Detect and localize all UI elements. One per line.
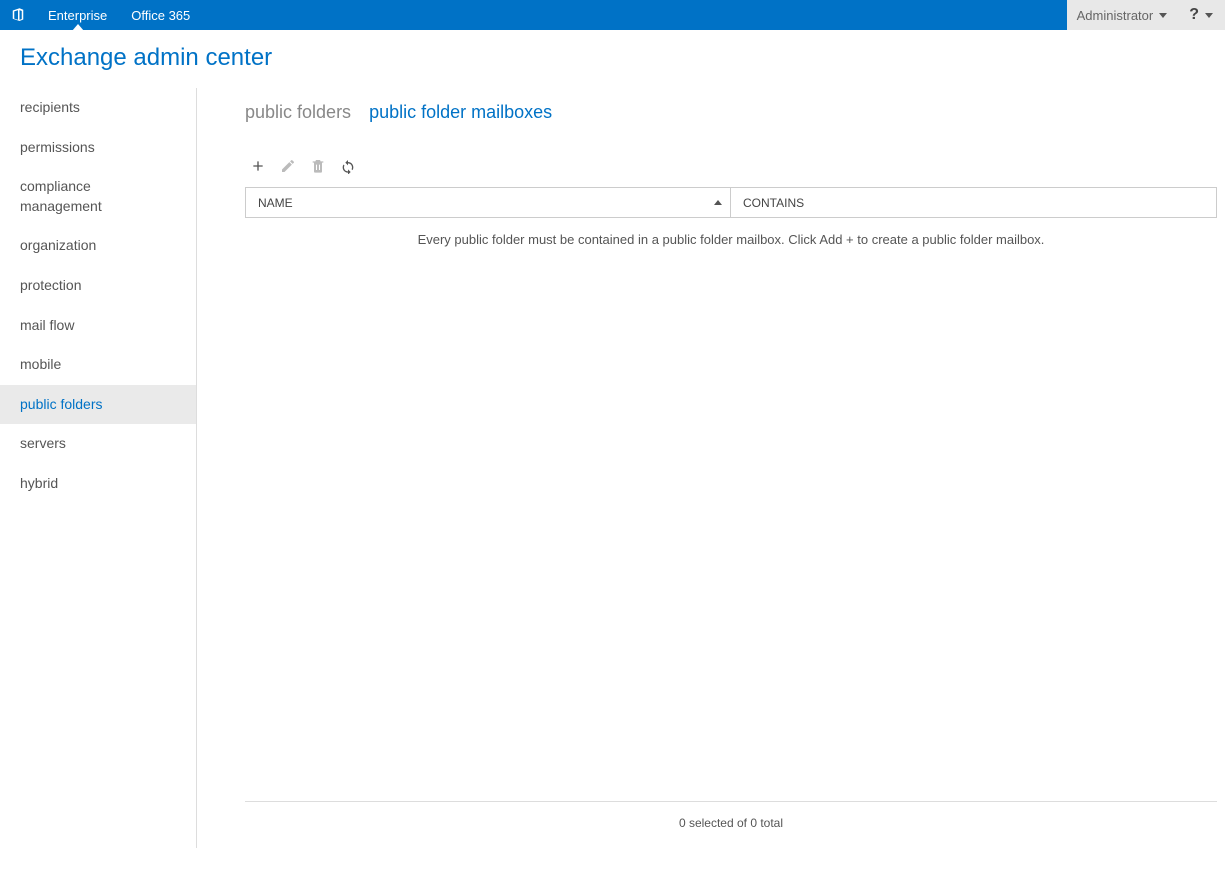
add-icon[interactable] — [249, 157, 267, 175]
top-nav-label: Enterprise — [48, 8, 107, 23]
sidebar-item-compliance-management[interactable]: compliance management — [0, 167, 196, 226]
refresh-icon[interactable] — [339, 157, 357, 175]
column-label: CONTAINS — [743, 196, 804, 210]
sidebar-item-permissions[interactable]: permissions — [0, 128, 196, 168]
sidebar-item-protection[interactable]: protection — [0, 266, 196, 306]
sidebar-item-mobile[interactable]: mobile — [0, 345, 196, 385]
column-header-name[interactable]: NAME — [246, 188, 731, 217]
table-empty-message: Every public folder must be contained in… — [245, 218, 1217, 261]
sidebar-item-label: recipients — [20, 99, 80, 115]
sidebar-item-label: public folders — [20, 396, 103, 412]
help-icon: ? — [1189, 6, 1199, 24]
delete-icon — [309, 157, 327, 175]
sidebar-item-label: permissions — [20, 139, 95, 155]
sidebar-item-label: organization — [20, 237, 96, 253]
app-title: Exchange admin center — [20, 44, 1205, 72]
toolbar — [245, 151, 1217, 185]
edit-icon — [279, 157, 297, 175]
sidebar-item-label: mobile — [20, 356, 61, 372]
sidebar-item-label: compliance management — [20, 178, 102, 214]
sidebar-item-label: servers — [20, 435, 66, 451]
top-nav-enterprise[interactable]: Enterprise — [36, 0, 119, 30]
selection-status: 0 selected of 0 total — [245, 801, 1217, 844]
sidebar: recipients permissions compliance manage… — [0, 88, 197, 848]
content-area: public folders public folder mailboxes N… — [197, 88, 1225, 848]
app-title-bar: Exchange admin center — [0, 30, 1225, 88]
table-body — [245, 261, 1217, 801]
sort-ascending-icon — [714, 200, 722, 205]
top-bar-right: Administrator ? — [1067, 0, 1225, 30]
column-label: NAME — [258, 196, 293, 210]
top-bar: Enterprise Office 365 Administrator ? — [0, 0, 1225, 30]
tab-public-folders[interactable]: public folders — [245, 102, 351, 123]
user-label: Administrator — [1077, 8, 1154, 23]
tab-label: public folder mailboxes — [369, 102, 552, 122]
column-header-contains[interactable]: CONTAINS — [731, 196, 1216, 210]
sidebar-item-label: mail flow — [20, 317, 74, 333]
sidebar-item-public-folders[interactable]: public folders — [0, 385, 196, 425]
office-logo-icon[interactable] — [0, 0, 36, 30]
sidebar-item-organization[interactable]: organization — [0, 226, 196, 266]
data-table: NAME CONTAINS — [245, 187, 1217, 218]
top-bar-left: Enterprise Office 365 — [0, 0, 202, 30]
user-menu[interactable]: Administrator — [1067, 0, 1178, 30]
tab-public-folder-mailboxes[interactable]: public folder mailboxes — [369, 102, 552, 123]
caret-down-icon — [1159, 13, 1167, 18]
top-nav-office-365[interactable]: Office 365 — [119, 0, 202, 30]
sidebar-item-recipients[interactable]: recipients — [0, 88, 196, 128]
sidebar-item-servers[interactable]: servers — [0, 424, 196, 464]
tabs: public folders public folder mailboxes — [245, 88, 1217, 151]
main-layout: recipients permissions compliance manage… — [0, 88, 1225, 848]
top-nav-label: Office 365 — [131, 8, 190, 23]
caret-down-icon — [1205, 13, 1213, 18]
tab-label: public folders — [245, 102, 351, 122]
help-menu[interactable]: ? — [1177, 0, 1225, 30]
sidebar-item-label: protection — [20, 277, 81, 293]
sidebar-item-label: hybrid — [20, 475, 58, 491]
table-header: NAME CONTAINS — [246, 188, 1216, 218]
sidebar-item-mail-flow[interactable]: mail flow — [0, 306, 196, 346]
sidebar-item-hybrid[interactable]: hybrid — [0, 464, 196, 504]
